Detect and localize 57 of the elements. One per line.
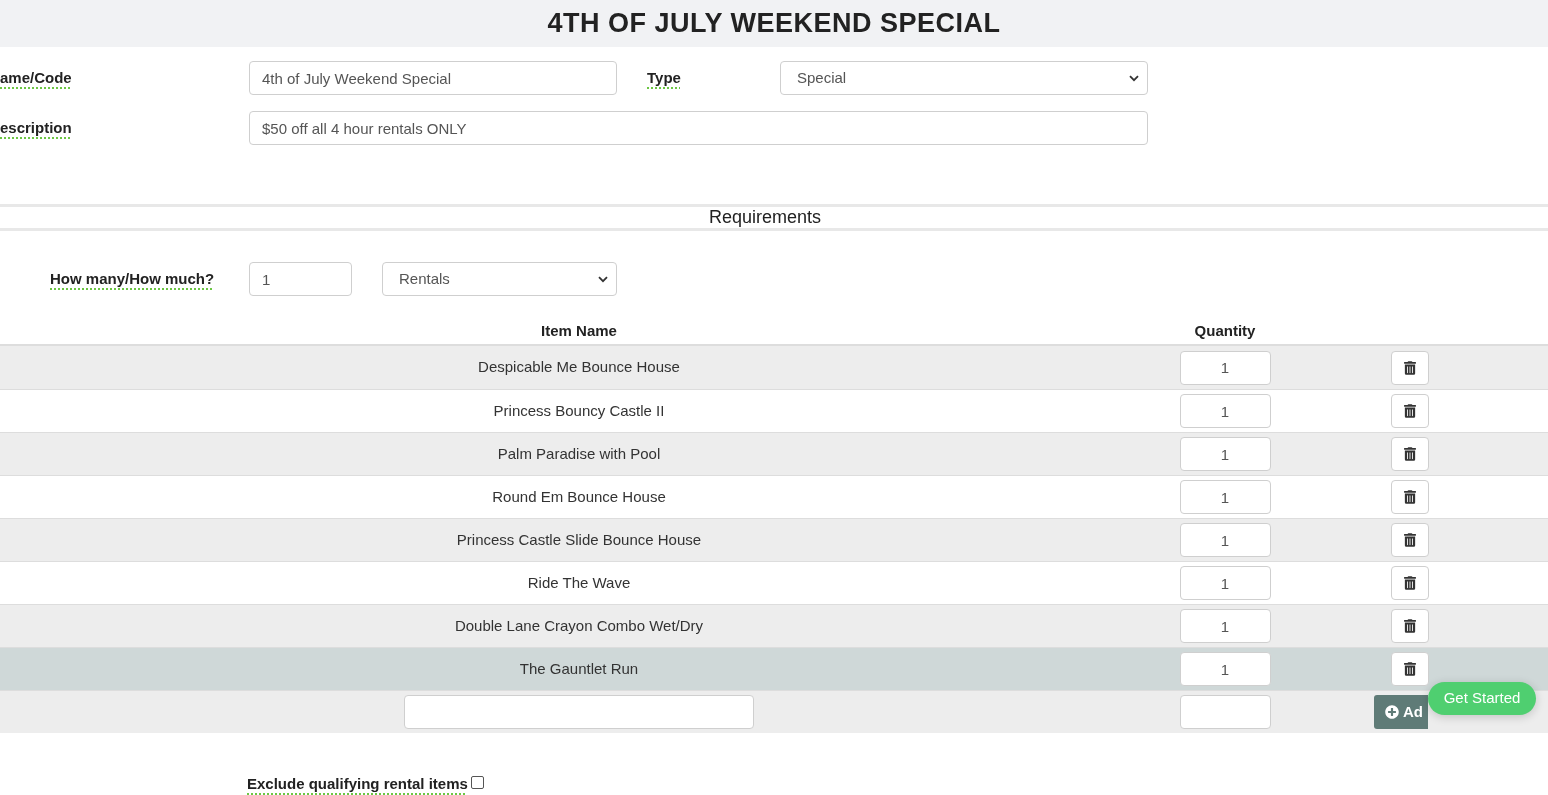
table-row[interactable]: Princess Castle Slide Bounce House 1 [0, 518, 1548, 561]
quantity-input[interactable]: 1 [1179, 350, 1271, 385]
section-title: Requirements [708, 206, 822, 229]
quantity-input[interactable]: 1 [1179, 566, 1271, 600]
field-label: Type [647, 69, 681, 86]
trash-icon [1404, 490, 1416, 504]
amount-input[interactable]: 1 [249, 262, 352, 296]
chevron-down-icon [1129, 74, 1139, 82]
quantity-input[interactable]: 1 [1179, 394, 1271, 428]
item-name: Round Em Bounce House [492, 486, 666, 507]
delete-button[interactable] [1391, 350, 1429, 385]
item-name: Despicable Me Bounce House [478, 357, 680, 378]
trash-icon [1404, 533, 1416, 547]
trash-icon [1404, 662, 1416, 676]
checkbox-label: Exclude qualifying rental items [247, 775, 468, 793]
item-name: Double Lane Crayon Combo Wet/Dry [454, 615, 704, 636]
table-row[interactable]: Despicable Me Bounce House 1 [0, 346, 1548, 389]
delete-button[interactable] [1391, 480, 1429, 514]
table-row[interactable]: Palm Paradise with Pool 1 [0, 432, 1548, 475]
quantity-input[interactable]: 1 [1179, 437, 1271, 471]
trash-icon [1404, 619, 1416, 633]
chevron-down-icon [598, 275, 608, 283]
quantity-input[interactable]: 1 [1179, 609, 1271, 643]
quantity-input[interactable]: 1 [1179, 652, 1271, 686]
delete-button[interactable] [1391, 609, 1429, 643]
name-input[interactable]: 4th of July Weekend Special [249, 61, 617, 95]
column-header: Quantity [1194, 321, 1256, 341]
column-header: Item Name [541, 321, 617, 341]
delete-button[interactable] [1391, 566, 1429, 600]
quantity-input[interactable]: 1 [1179, 480, 1271, 514]
table-row[interactable]: The Gauntlet Run 1 [0, 647, 1548, 690]
delete-button[interactable] [1391, 437, 1429, 471]
item-name: Ride The Wave [527, 572, 631, 593]
type-select[interactable]: Special [780, 61, 1148, 95]
quantity-input[interactable]: 1 [1179, 523, 1271, 557]
field-label: ame/Code [0, 69, 72, 86]
trash-icon [1404, 404, 1416, 418]
exclude-checkbox[interactable] [470, 776, 484, 789]
trash-icon [1404, 360, 1416, 375]
page-title: 4TH OF JULY WEEKEND SPECIAL [547, 7, 1001, 41]
description-input[interactable]: $50 off all 4 hour rentals ONLY [249, 111, 1148, 145]
field-label: How many/How much? [50, 270, 215, 287]
item-name: Palm Paradise with Pool [497, 443, 661, 464]
trash-icon [1404, 576, 1416, 590]
field-label: escription [0, 119, 72, 136]
item-name-input[interactable] [404, 695, 754, 729]
unit-select[interactable]: Rentals [382, 262, 617, 296]
trash-icon [1404, 447, 1416, 461]
item-name: Princess Castle Slide Bounce House [456, 529, 702, 550]
delete-button[interactable] [1391, 523, 1429, 557]
delete-button[interactable] [1391, 652, 1429, 686]
item-name: The Gauntlet Run [519, 658, 639, 679]
delete-button[interactable] [1391, 394, 1429, 428]
quantity-input[interactable] [1179, 695, 1271, 729]
add-button[interactable]: Ad [1374, 695, 1428, 729]
item-name: Princess Bouncy Castle II [493, 400, 665, 421]
table-row[interactable]: Double Lane Crayon Combo Wet/Dry 1 [0, 604, 1548, 647]
